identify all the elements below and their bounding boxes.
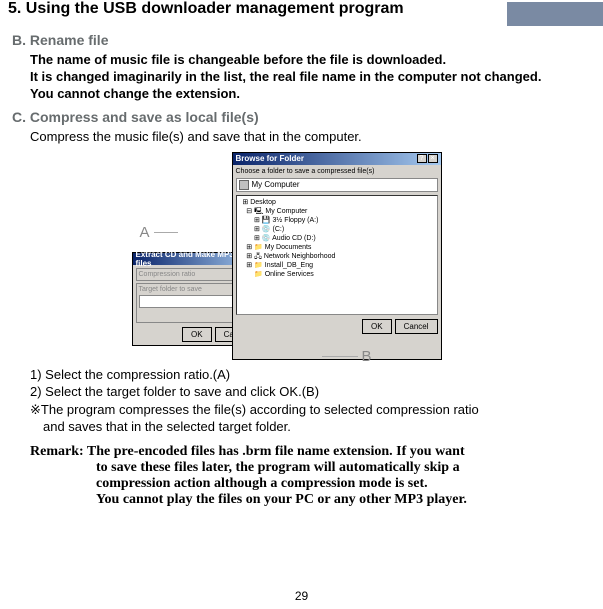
ok-button[interactable]: OK [362,319,392,334]
remark-block: Remark: The pre-encoded files has .brm f… [12,444,591,508]
callout-line-a [154,232,178,233]
tree-item[interactable]: ⊞ 💾 3½ Floppy (A:) [239,216,435,225]
section-c-intro: Compress the music file(s) and save that… [30,129,591,146]
section-c: C. Compress and save as local file(s) Co… [0,103,603,508]
folder-tree[interactable]: ⊞ Desktop ⊟ 🖳 My Computer ⊞ 💾 3½ Floppy … [236,195,438,315]
page-header: 5. Using the USB downloader management p… [0,0,603,26]
steps-block: 1) Select the compression ratio.(A) 2) S… [12,366,591,436]
callout-line-b [322,356,358,357]
computer-icon [239,180,249,190]
callout-label-b: B [362,348,372,365]
page-number: 29 [0,589,603,603]
folder-combo-value: My Computer [252,180,300,189]
help-icon[interactable]: ? [417,154,427,163]
section-b-text-3: You cannot change the extension. [30,86,591,103]
browse-instruction: Choose a folder to save a compressed fil… [236,168,438,175]
section-b-text-1: The name of music file is changeable bef… [30,52,591,69]
section-c-heading: C. Compress and save as local file(s) [12,109,591,125]
section-b-text-2: It is changed imaginarily in the list, t… [30,69,591,86]
folder-combo[interactable]: My Computer [236,178,438,192]
ok-button[interactable]: OK [182,327,212,342]
note-line-1: ※ The program compresses the file(s) acc… [30,401,591,419]
tree-item[interactable]: ⊞ 📁 Install_DB_Eng [239,261,435,270]
tree-item[interactable]: ⊞ 💿 Audio CD (D:) [239,234,435,243]
dialog-browse-title: Browse for Folder [236,154,304,163]
section-b: B. Rename file The name of music file is… [0,26,603,103]
tree-item[interactable]: ⊞ 🖧 Network Neighborhood [239,252,435,261]
remark-line-4: You cannot play the files on your PC or … [96,492,591,508]
screenshot-figure: A Extract CD and Make MP3 files × Compre… [132,152,472,362]
tree-item[interactable]: ⊞ 📁 My Documents [239,243,435,252]
note-text-a: The program compresses the file(s) accor… [41,401,479,419]
tree-item[interactable]: ⊞ Desktop [239,198,435,207]
tree-item[interactable]: ⊟ 🖳 My Computer [239,207,435,216]
cancel-button[interactable]: Cancel [395,319,438,334]
step-2: 2) Select the target folder to save and … [30,383,591,401]
tree-item[interactable]: ⊞ 💿 (C:) [239,225,435,234]
step-1: 1) Select the compression ratio.(A) [30,366,591,384]
dialog-browse-titlebar: Browse for Folder ? × [233,153,441,165]
target-folder-label: Target folder to save [139,286,202,293]
tree-item[interactable]: 📁 Online Services [239,270,435,279]
section-b-heading: B. Rename file [12,32,591,48]
remark-lead: Remark: The pre-encoded files has .brm f… [30,444,591,460]
header-bar-decoration [507,2,603,26]
close-icon[interactable]: × [428,154,438,163]
remark-line-2: to save these files later, the program w… [96,460,591,476]
callout-label-a: A [140,224,150,241]
remark-line-3: compression action although a compressio… [96,476,591,492]
dialog-browse: Browse for Folder ? × Choose a folder to… [232,152,442,360]
note-symbol: ※ [30,401,41,419]
note-text-b: and saves that in the selected target fo… [30,418,591,436]
